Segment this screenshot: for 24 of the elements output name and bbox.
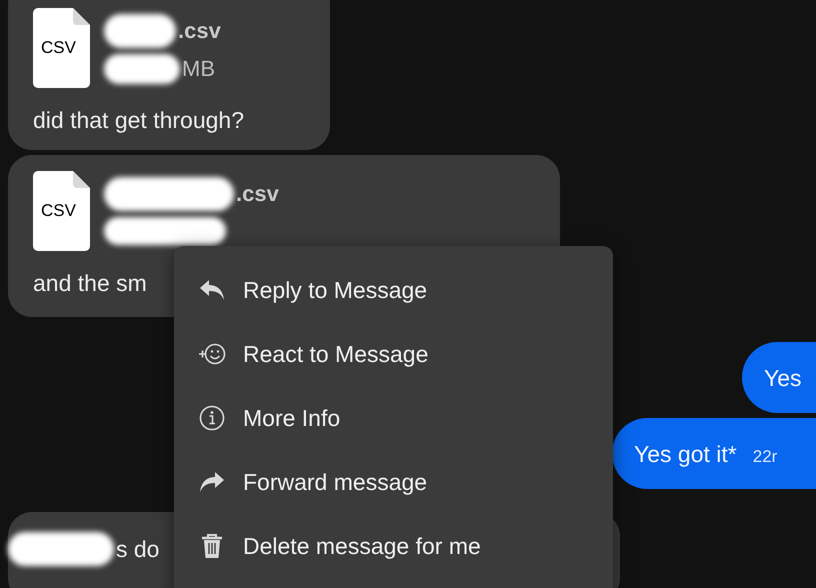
file-type-label: CSV [41,39,76,56]
message-text: and the sm [33,269,147,297]
redaction-mark [104,14,176,48]
file-type-label: CSV [41,202,76,219]
forward-icon [199,471,225,493]
menu-item[interactable]: Delete message for me [243,531,481,561]
file-icon [33,8,90,88]
file-name: .csv [236,180,279,208]
file-name: .csv [178,17,221,45]
message-text: s do [116,535,160,563]
trash-icon [200,533,224,559]
info-icon [199,405,225,431]
message-text: did that get through? [33,106,244,134]
menu-item[interactable]: More Info [243,403,340,433]
menu-item[interactable]: Forward message [243,467,428,497]
message-time: 22r [752,446,778,468]
menu-item[interactable]: React to Message [243,339,428,369]
file-icon [33,171,90,251]
menu-item[interactable]: Reply to Message [243,275,428,305]
file-size: MB [182,55,215,83]
add-reaction-icon [198,342,226,366]
reply-icon [199,279,225,301]
message-text: Yes [764,364,802,392]
message-text: Yes got it* [634,440,737,468]
